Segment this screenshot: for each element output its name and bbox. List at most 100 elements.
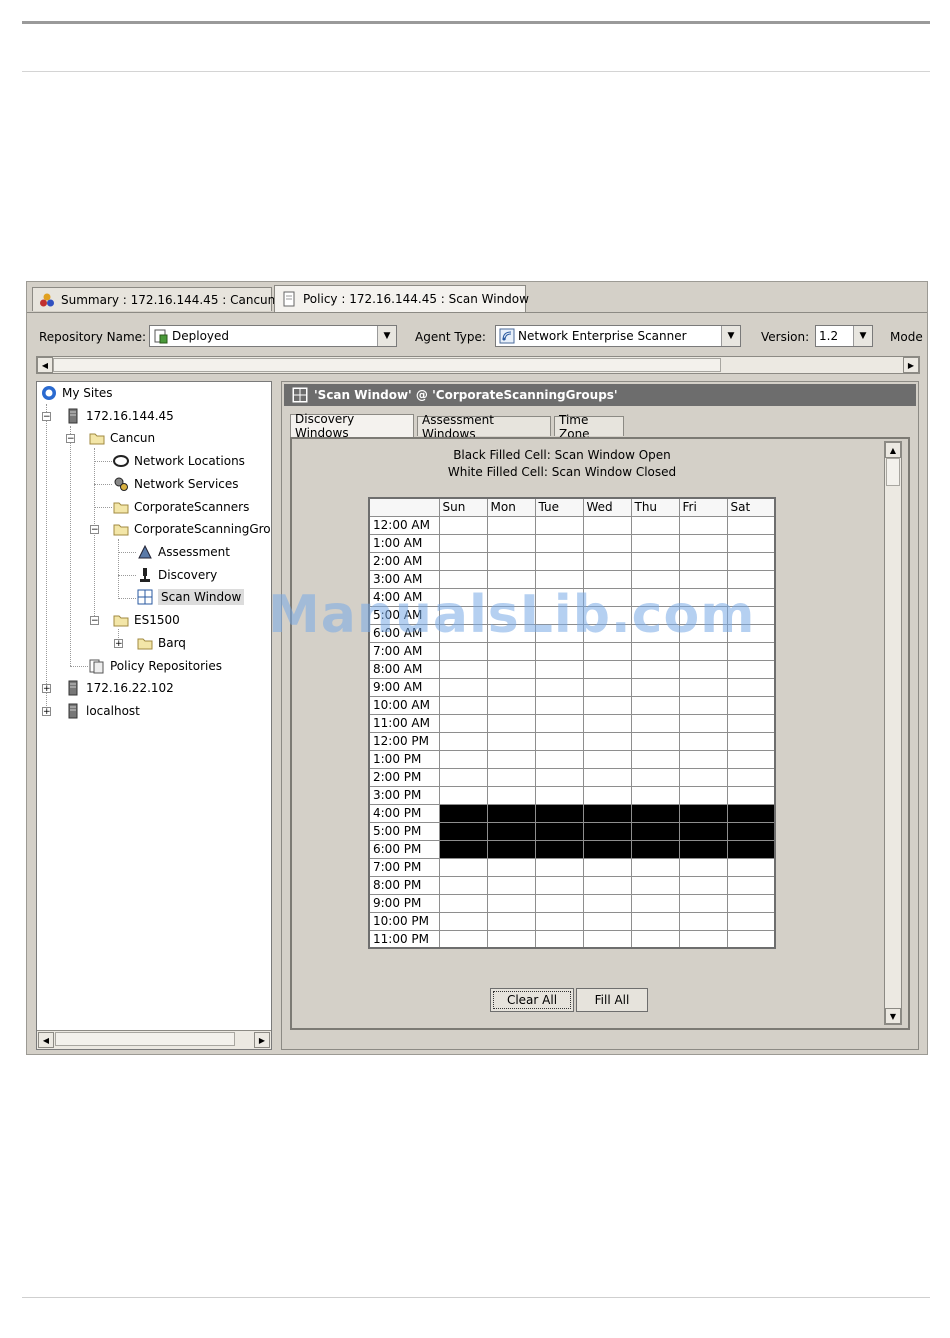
tree-horizontal-scrollbar[interactable]: ◀ ▶	[37, 1030, 271, 1049]
schedule-cell[interactable]	[726, 731, 776, 751]
schedule-cell[interactable]	[726, 767, 776, 787]
time-label[interactable]: 6:00 PM	[368, 839, 440, 859]
schedule-cell[interactable]	[630, 587, 680, 607]
schedule-cell[interactable]	[534, 713, 584, 733]
schedule-cell[interactable]	[726, 659, 776, 679]
schedule-cell[interactable]	[582, 605, 632, 625]
schedule-cell[interactable]	[630, 533, 680, 553]
schedule-cell[interactable]	[486, 659, 536, 679]
schedule-cell[interactable]	[582, 641, 632, 661]
schedule-cell[interactable]	[582, 911, 632, 931]
schedule-cell[interactable]	[582, 785, 632, 805]
schedule-cell[interactable]	[726, 857, 776, 877]
schedule-cell[interactable]	[726, 803, 776, 823]
tree-item-cancun[interactable]: Cancun	[89, 428, 155, 448]
schedule-cell[interactable]	[486, 929, 536, 949]
schedule-cell[interactable]	[630, 641, 680, 661]
schedule-cell[interactable]	[678, 857, 728, 877]
schedule-cell[interactable]	[438, 821, 488, 841]
time-label[interactable]: 11:00 PM	[368, 929, 440, 949]
schedule-cell[interactable]	[486, 893, 536, 913]
schedule-cell[interactable]	[486, 731, 536, 751]
schedule-cell[interactable]	[678, 641, 728, 661]
schedule-cell[interactable]	[438, 569, 488, 589]
day-header-mon[interactable]: Mon	[486, 497, 536, 517]
schedule-cell[interactable]	[438, 659, 488, 679]
schedule-cell[interactable]	[678, 749, 728, 769]
tree-item-network-services[interactable]: Network Services	[113, 474, 239, 494]
schedule-cell[interactable]	[582, 623, 632, 643]
schedule-cell[interactable]	[582, 929, 632, 949]
scrollbar-thumb[interactable]	[53, 358, 721, 372]
schedule-cell[interactable]	[630, 767, 680, 787]
schedule-cell[interactable]	[678, 893, 728, 913]
schedule-cell[interactable]	[534, 929, 584, 949]
collapse-icon[interactable]: −	[66, 434, 75, 444]
tree-item-scan-window[interactable]: Scan Window	[137, 587, 245, 607]
time-label[interactable]: 10:00 AM	[368, 695, 440, 715]
scrollbar-thumb[interactable]	[55, 1032, 235, 1046]
time-label[interactable]: 4:00 AM	[368, 587, 440, 607]
day-header-sun[interactable]: Sun	[438, 497, 488, 517]
time-label[interactable]: 7:00 PM	[368, 857, 440, 877]
tree-item-corporate-scanning-groups[interactable]: CorporateScanningGrou	[113, 519, 271, 539]
schedule-cell[interactable]	[534, 911, 584, 931]
schedule-cell[interactable]	[726, 533, 776, 553]
schedule-cell[interactable]	[486, 587, 536, 607]
schedule-cell[interactable]	[534, 641, 584, 661]
toolbar-horizontal-scrollbar[interactable]: ◀ ▶	[36, 356, 920, 374]
tree-item-network-locations[interactable]: Network Locations	[113, 451, 245, 471]
schedule-cell[interactable]	[486, 839, 536, 859]
schedule-cell[interactable]	[726, 749, 776, 769]
schedule-cell[interactable]	[438, 713, 488, 733]
schedule-cell[interactable]	[438, 677, 488, 697]
schedule-cell[interactable]	[534, 677, 584, 697]
scrollbar-thumb[interactable]	[886, 458, 900, 486]
schedule-cell[interactable]	[678, 515, 728, 535]
day-header-fri[interactable]: Fri	[678, 497, 728, 517]
collapse-icon[interactable]: −	[42, 412, 51, 422]
schedule-cell[interactable]	[630, 569, 680, 589]
schedule-cell[interactable]	[582, 767, 632, 787]
time-label[interactable]: 3:00 AM	[368, 569, 440, 589]
schedule-cell[interactable]	[678, 551, 728, 571]
schedule-cell[interactable]	[582, 839, 632, 859]
schedule-cell[interactable]	[678, 587, 728, 607]
tree-item-assessment[interactable]: Assessment	[137, 542, 230, 562]
tree-item-discovery[interactable]: Discovery	[137, 565, 217, 585]
schedule-cell[interactable]	[678, 785, 728, 805]
time-label[interactable]: 7:00 AM	[368, 641, 440, 661]
schedule-cell[interactable]	[678, 821, 728, 841]
expand-icon[interactable]: +	[114, 639, 123, 649]
schedule-cell[interactable]	[438, 623, 488, 643]
schedule-cell[interactable]	[486, 749, 536, 769]
schedule-cell[interactable]	[726, 893, 776, 913]
schedule-cell[interactable]	[486, 857, 536, 877]
tree-item-barq[interactable]: Barq	[137, 633, 186, 653]
schedule-cell[interactable]	[678, 731, 728, 751]
schedule-cell[interactable]	[678, 569, 728, 589]
schedule-cell[interactable]	[534, 857, 584, 877]
schedule-cell[interactable]	[726, 929, 776, 949]
schedule-cell[interactable]	[726, 713, 776, 733]
fill-all-button[interactable]: Fill All	[576, 988, 648, 1012]
schedule-cell[interactable]	[678, 533, 728, 553]
schedule-cell[interactable]	[582, 857, 632, 877]
schedule-cell[interactable]	[726, 677, 776, 697]
time-label[interactable]: 10:00 PM	[368, 911, 440, 931]
schedule-cell[interactable]	[438, 911, 488, 931]
schedule-cell[interactable]	[582, 713, 632, 733]
schedule-cell[interactable]	[678, 605, 728, 625]
schedule-cell[interactable]	[582, 803, 632, 823]
day-header-tue[interactable]: Tue	[534, 497, 584, 517]
schedule-cell[interactable]	[630, 785, 680, 805]
tree-item-172-16-144-45[interactable]: 172.16.144.45	[65, 406, 174, 426]
schedule-cell[interactable]	[486, 569, 536, 589]
tab-summary[interactable]: Summary : 172.16.144.45 : Cancun	[32, 287, 275, 311]
schedule-cell[interactable]	[582, 677, 632, 697]
scroll-right-icon[interactable]: ▶	[903, 357, 919, 373]
schedule-cell[interactable]	[726, 911, 776, 931]
day-header-thu[interactable]: Thu	[630, 497, 680, 517]
schedule-cell[interactable]	[582, 569, 632, 589]
schedule-cell[interactable]	[678, 839, 728, 859]
